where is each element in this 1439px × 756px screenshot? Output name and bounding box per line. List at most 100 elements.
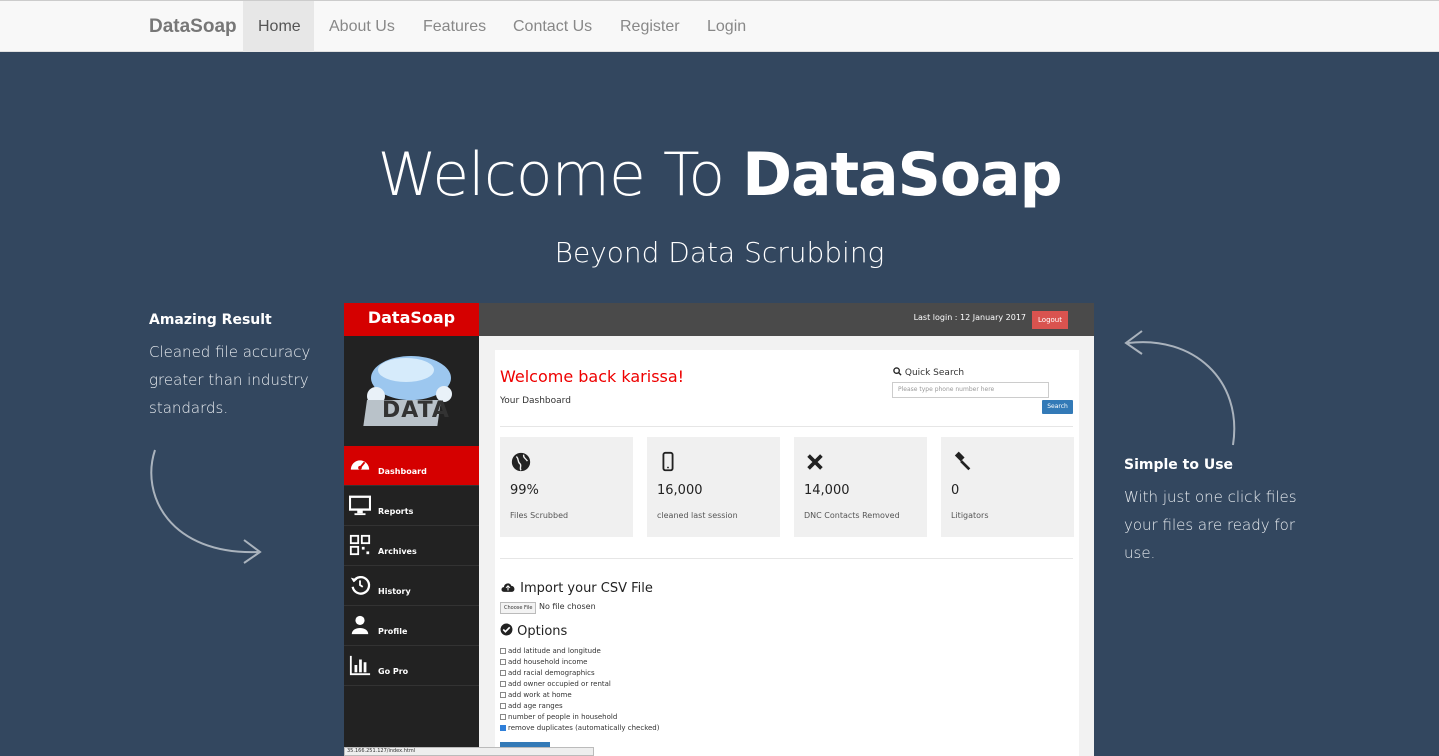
import-csv-heading: Import your CSV File [500,580,653,596]
nav-features[interactable]: Features [408,1,501,52]
divider [500,558,1073,559]
nav-about-us[interactable]: About Us [314,1,410,52]
navbar-brand[interactable]: DataSoap [149,16,237,38]
user-icon [351,615,369,635]
logo-word: DATA [382,398,450,423]
options-list: add latitude and longitude add household… [500,646,659,734]
sidebar-item-history[interactable]: History [344,566,479,606]
mock-content: Welcome back karissa! Your Dashboard Qui… [495,350,1079,756]
choose-file-button[interactable]: Choose File [500,602,537,614]
soap-logo-icon [363,356,452,426]
search-button[interactable]: Search [1042,400,1073,414]
globe-icon [511,452,531,472]
qrcode-icon [349,534,371,556]
curved-arrow-left-icon [150,449,262,564]
stat-label: Files Scrubbed [510,511,569,520]
option-row: add owner occupied or rental [500,679,659,690]
mock-topbar: DataSoap Last login : 12 January 2017 Lo… [344,303,1094,336]
option-row: add household income [500,657,659,668]
sidebar-item-archives[interactable]: Archives [344,526,479,566]
sidebar-item-label: Dashboard [378,467,427,476]
option-label: add racial demographics [508,669,595,677]
history-icon [350,575,371,595]
sidebar-item-reports[interactable]: Reports [344,486,479,526]
option-label: add age ranges [508,702,563,710]
last-login-text: Last login : 12 January 2017 [913,313,1026,322]
stat-label: DNC Contacts Removed [804,511,900,520]
option-checkbox-checked[interactable] [500,725,506,731]
x-icon [807,454,823,470]
dashboard-icon [350,460,370,470]
stat-card-dnc-removed: 14,000 DNC Contacts Removed [794,437,927,537]
top-navbar: DataSoap Home About Us Features Contact … [0,0,1439,52]
option-checkbox[interactable] [500,648,506,654]
option-checkbox[interactable] [500,670,506,676]
sidebar-item-label: Profile [378,627,408,636]
right-feature-line: use. [1124,544,1156,562]
stat-value: 16,000 [657,483,703,498]
sidebar-item-label: Reports [378,507,414,516]
cloud-upload-icon [501,583,515,592]
right-feature-line: your files are ready for [1124,516,1295,534]
option-row: add latitude and longitude [500,646,659,657]
option-checkbox[interactable] [500,681,506,687]
sidebar-item-go-pro[interactable]: Go Pro [344,646,479,686]
stat-label: cleaned last session [657,511,738,520]
curved-arrow-right-icon [1124,330,1236,446]
option-label: remove duplicates (automatically checked… [508,724,660,732]
option-row: remove duplicates (automatically checked… [500,723,659,734]
option-label: add household income [508,658,588,666]
hero-subtitle: Beyond Data Scrubbing [554,236,885,269]
no-file-chosen-text: No file chosen [538,602,596,611]
option-checkbox[interactable] [500,659,506,665]
import-csv-text: Import your CSV File [520,581,653,596]
left-feature-line: standards. [149,399,229,417]
search-icon [893,367,902,376]
nav-register[interactable]: Register [605,1,695,52]
welcome-message: Welcome back karissa! [500,367,685,386]
option-checkbox[interactable] [500,692,506,698]
left-feature-heading: Amazing Result [149,312,272,328]
hero-title-light: Welcome To [377,140,743,210]
right-feature-text: With just one click files your files are… [1124,483,1297,567]
sidebar-item-label: Go Pro [378,667,409,676]
stat-value: 99% [510,483,539,498]
stat-card-cleaned-last-session: 16,000 cleaned last session [647,437,780,537]
file-chooser: Choose File No file chosen [500,602,596,614]
mock-sidebar: DATA Dashboard Reports Archives History … [344,336,479,756]
nav-contact-us[interactable]: Contact Us [498,1,607,52]
stat-card-files-scrubbed: 99% Files Scrubbed [500,437,633,537]
right-feature-line: With just one click files [1124,488,1297,506]
gavel-icon [954,451,971,471]
bar-chart-icon [349,655,371,676]
divider [500,426,1073,427]
option-checkbox[interactable] [500,703,506,709]
dashboard-preview: DataSoap Last login : 12 January 2017 Lo… [344,303,1094,756]
hero-title: Welcome To DataSoap [0,140,1439,210]
stat-value: 0 [951,483,960,498]
quick-search-text: Quick Search [904,368,965,378]
options-text: Options [517,624,568,639]
status-bar-url: 35.166.251.127/index.html [344,747,594,756]
stat-value: 14,000 [804,483,850,498]
logout-button[interactable]: Logout [1032,311,1068,329]
phone-search-input[interactable]: Please type phone number here [892,382,1049,398]
mock-brand: DataSoap [344,303,479,336]
option-checkbox[interactable] [500,714,506,720]
left-feature-line: Cleaned file accuracy [149,343,311,361]
option-row: add age ranges [500,701,659,712]
sidebar-item-label: Archives [378,547,417,556]
option-row: add racial demographics [500,668,659,679]
nav-home[interactable]: Home [243,1,314,52]
sidebar-item-profile[interactable]: Profile [344,606,479,646]
mobile-icon [662,451,674,472]
option-label: number of people in household [508,713,618,721]
right-feature-heading: Simple to Use [1124,457,1234,473]
sidebar-item-dashboard[interactable]: Dashboard [344,446,479,486]
option-label: add owner occupied or rental [508,680,611,688]
stat-label: Litigators [951,511,989,520]
option-row: add work at home [500,690,659,701]
option-label: add work at home [508,691,572,699]
nav-login[interactable]: Login [692,1,761,52]
sidebar-item-label: History [378,587,411,596]
